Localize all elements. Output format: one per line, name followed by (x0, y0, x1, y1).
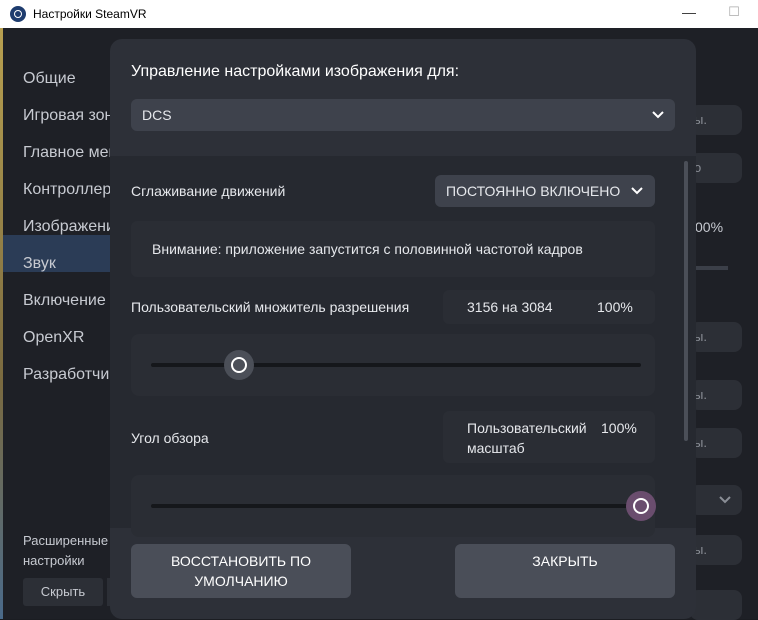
close-button[interactable]: ЗАКРЫТЬ (455, 544, 675, 598)
dialog-title: Управление настройками изображения для: (131, 63, 460, 80)
fov-slider-track (151, 504, 641, 508)
sidebar-item-audio[interactable]: Звук (23, 255, 118, 273)
bg-button-6[interactable]: ы. (690, 535, 742, 565)
resolution-slider[interactable] (131, 334, 655, 396)
sidebar-item-video[interactable]: Изображение (23, 218, 118, 236)
sidebar-item-controllers[interactable]: Контроллеры (23, 181, 118, 199)
application-select[interactable]: DCS (131, 99, 675, 131)
motion-smoothing-value: ПОСТОЯННО ВКЛЮЧЕНО (446, 183, 621, 199)
fov-value-box: Пользовательский масштаб 100% (443, 411, 655, 463)
fov-slider[interactable] (131, 475, 656, 537)
resolution-percent: 100% (597, 299, 633, 315)
bg-button-3[interactable]: ы. (690, 322, 742, 352)
steamvr-logo-icon (10, 6, 26, 22)
resolution-value: 3156 на 3084 (467, 299, 553, 315)
window-titlebar: Настройки SteamVR — ☐ (0, 0, 758, 28)
fov-value-line2: масштаб (467, 440, 525, 456)
bg-button-7[interactable] (690, 590, 742, 620)
minimize-icon[interactable]: — (680, 4, 698, 22)
sidebar-item-play-area[interactable]: Игровая зона (23, 107, 118, 125)
resolution-value-box: 3156 на 3084 100% (443, 290, 655, 324)
fov-label: Угол обзора (131, 430, 209, 446)
window-title: Настройки SteamVR (33, 7, 147, 21)
warning-text: Внимание: приложение запустится с полови… (152, 241, 583, 257)
sidebar-item-openxr[interactable]: OpenXR (23, 329, 118, 347)
sidebar-item-dashboard[interactable]: Главное меню (23, 144, 118, 162)
sidebar-item-general[interactable]: Общие (23, 70, 118, 88)
reset-button-line1: ВОССТАНОВИТЬ ПО (171, 553, 311, 569)
fov-percent: 100% (601, 420, 637, 436)
application-select-value: DCS (142, 107, 172, 123)
close-button-label: ЗАКРЫТЬ (532, 553, 598, 569)
reset-defaults-button[interactable]: ВОССТАНОВИТЬ ПО УМОЛЧАНИЮ (131, 544, 351, 598)
maximize-icon[interactable]: ☐ (725, 4, 743, 22)
chevron-down-icon (630, 186, 644, 196)
bg-percent-value: 00% (695, 219, 724, 235)
advanced-settings-label: Расширенные настройки (23, 533, 109, 568)
video-settings-dialog: Управление настройками изображения для: … (110, 39, 696, 619)
scrollbar[interactable] (684, 161, 688, 441)
sidebar-item-startup[interactable]: Включение (23, 292, 118, 310)
fov-value-line1: Пользовательский (467, 420, 587, 436)
motion-smoothing-label: Сглаживание движений (131, 183, 286, 199)
motion-smoothing-select[interactable]: ПОСТОЯННО ВКЛЮЧЕНО (435, 175, 655, 207)
resolution-slider-knob[interactable] (224, 350, 255, 380)
bg-button-4[interactable]: ы. (690, 380, 742, 410)
chevron-down-icon (718, 495, 732, 505)
sidebar-item-developer[interactable]: Разработчик (23, 366, 118, 384)
bg-button-5[interactable]: ы. (690, 428, 742, 458)
reset-button-line2: УМОЛЧАНИЮ (194, 573, 288, 589)
bg-dropdown[interactable] (690, 485, 742, 515)
warning-box: Внимание: приложение запустится с полови… (131, 221, 655, 277)
hide-advanced-button[interactable]: Скрыть (23, 578, 103, 606)
chevron-down-icon (651, 110, 665, 120)
bg-button-1[interactable]: ы. (690, 105, 742, 135)
bg-button-2[interactable]: о (690, 153, 742, 183)
fov-slider-knob[interactable] (626, 491, 656, 521)
resolution-label: Пользовательский множитель разрешения (131, 299, 410, 315)
